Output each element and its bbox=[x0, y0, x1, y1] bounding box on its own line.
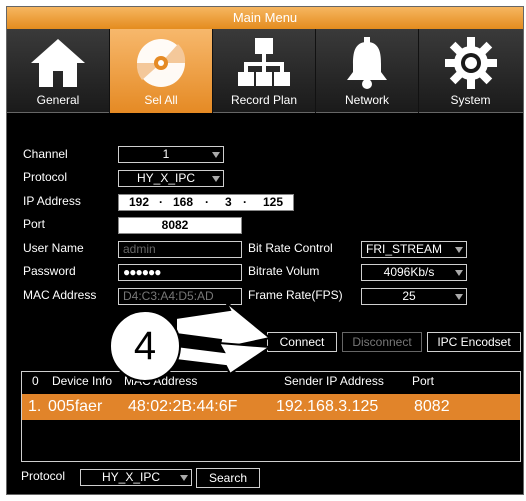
tab-network[interactable]: Network bbox=[316, 29, 419, 113]
bottom-protocol-label: Protocol bbox=[21, 469, 66, 483]
ip-dot: · bbox=[159, 195, 163, 209]
bottom-protocol-select[interactable]: HY_X_IPC bbox=[80, 469, 192, 486]
user-name-label: User Name bbox=[23, 241, 84, 255]
col-index-header: 0 bbox=[32, 374, 39, 388]
disc-icon bbox=[110, 35, 212, 91]
mac-address-label: MAC Address bbox=[23, 288, 97, 302]
device-table: 0 Device Info MAC Address Sender IP Addr… bbox=[21, 371, 521, 462]
chevron-down-icon bbox=[212, 176, 220, 182]
channel-value: 1 bbox=[162, 147, 170, 161]
row-device-info: 005faer bbox=[48, 398, 103, 415]
ip-octet-4[interactable]: 125 bbox=[263, 195, 283, 210]
user-name-field[interactable]: admin bbox=[118, 241, 242, 258]
tab-record-plan-label: Record Plan bbox=[230, 93, 298, 107]
ip-octet-1[interactable]: 192 bbox=[129, 195, 149, 210]
protocol-select[interactable]: HY_X_IPC bbox=[118, 170, 224, 187]
bell-icon bbox=[316, 35, 418, 91]
col-port-header: Port bbox=[412, 374, 435, 388]
chevron-down-icon bbox=[455, 270, 463, 276]
ip-address-field[interactable]: 192 · 168 · 3 · 125 bbox=[118, 194, 294, 211]
channel-select[interactable]: 1 bbox=[118, 146, 224, 163]
main-nav: General Sel All Record Plan Network Syst… bbox=[7, 29, 523, 113]
tab-network-label: Network bbox=[344, 93, 389, 107]
protocol-value: HY_X_IPC bbox=[136, 171, 196, 185]
password-label: Password bbox=[23, 264, 76, 278]
mac-address-field[interactable]: D4:C3:A4:D5:AD bbox=[118, 288, 242, 305]
ipc-encodset-button[interactable]: IPC Encodset bbox=[427, 332, 521, 352]
table-header: 0 Device Info MAC Address Sender IP Addr… bbox=[22, 372, 520, 390]
password-field[interactable]: ●●●●●● bbox=[118, 264, 242, 281]
connect-button[interactable]: Connect bbox=[267, 332, 337, 352]
protocol-label: Protocol bbox=[23, 170, 68, 184]
home-icon bbox=[7, 35, 109, 91]
col-sender-ip-header: Sender IP Address bbox=[284, 374, 384, 388]
col-device-info-header: Device Info bbox=[52, 374, 113, 388]
tab-general-label: General bbox=[36, 93, 80, 107]
bit-rate-control-label: Bit Rate Control bbox=[248, 241, 333, 255]
main-menu-window: Main Menu General Sel All Record Plan Ne… bbox=[6, 6, 524, 495]
port-label: Port bbox=[23, 217, 46, 231]
bitrate-volum-select[interactable]: 4096Kb/s bbox=[361, 264, 467, 281]
user-name-placeholder: admin bbox=[123, 242, 156, 256]
bitrate-volum-value: 4096Kb/s bbox=[383, 265, 435, 279]
table-row[interactable]: 1. 005faer 48:02:2B:44:6F 192.168.3.125 … bbox=[22, 394, 520, 420]
window-title: Main Menu bbox=[7, 7, 523, 29]
row-mac: 48:02:2B:44:6F bbox=[128, 398, 238, 415]
chevron-down-icon bbox=[455, 247, 463, 253]
row-ip: 192.168.3.125 bbox=[276, 398, 379, 415]
frame-rate-label: Frame Rate(FPS) bbox=[248, 288, 343, 302]
chevron-down-icon bbox=[455, 294, 463, 300]
tab-general[interactable]: General bbox=[7, 29, 110, 113]
disconnect-button[interactable]: Disconnect bbox=[342, 332, 422, 352]
network-tree-icon bbox=[213, 35, 315, 91]
search-button[interactable]: Search bbox=[196, 468, 260, 488]
bit-rate-control-select[interactable]: FRI_STREAM bbox=[361, 241, 467, 258]
row-index: 1. bbox=[28, 398, 42, 415]
ip-dot: · bbox=[205, 195, 209, 209]
row-port: 8082 bbox=[414, 398, 450, 415]
tab-system-label: System bbox=[450, 93, 491, 107]
chevron-down-icon bbox=[180, 475, 188, 481]
ip-dot: · bbox=[243, 195, 247, 209]
frame-rate-select[interactable]: 25 bbox=[361, 288, 467, 305]
bitrate-volum-label: Bitrate Volum bbox=[248, 264, 320, 278]
ip-octet-3[interactable]: 3 bbox=[225, 195, 232, 210]
bit-rate-control-value: FRI_STREAM bbox=[366, 242, 443, 256]
ip-octet-2[interactable]: 168 bbox=[173, 195, 193, 210]
bottom-protocol-value: HY_X_IPC bbox=[101, 470, 161, 484]
ip-address-label: IP Address bbox=[23, 194, 81, 208]
gear-icon bbox=[419, 35, 522, 91]
port-field[interactable]: 8082 bbox=[118, 217, 242, 234]
tab-system[interactable]: System bbox=[419, 29, 522, 113]
channel-label: Channel bbox=[23, 147, 68, 161]
tab-sel-all[interactable]: Sel All bbox=[110, 29, 213, 113]
tab-sel-all-label: Sel All bbox=[144, 93, 178, 107]
tab-record-plan[interactable]: Record Plan bbox=[213, 29, 316, 113]
step-number-badge: 4 bbox=[109, 310, 181, 382]
chevron-down-icon bbox=[212, 152, 220, 158]
frame-rate-value: 25 bbox=[402, 289, 416, 303]
